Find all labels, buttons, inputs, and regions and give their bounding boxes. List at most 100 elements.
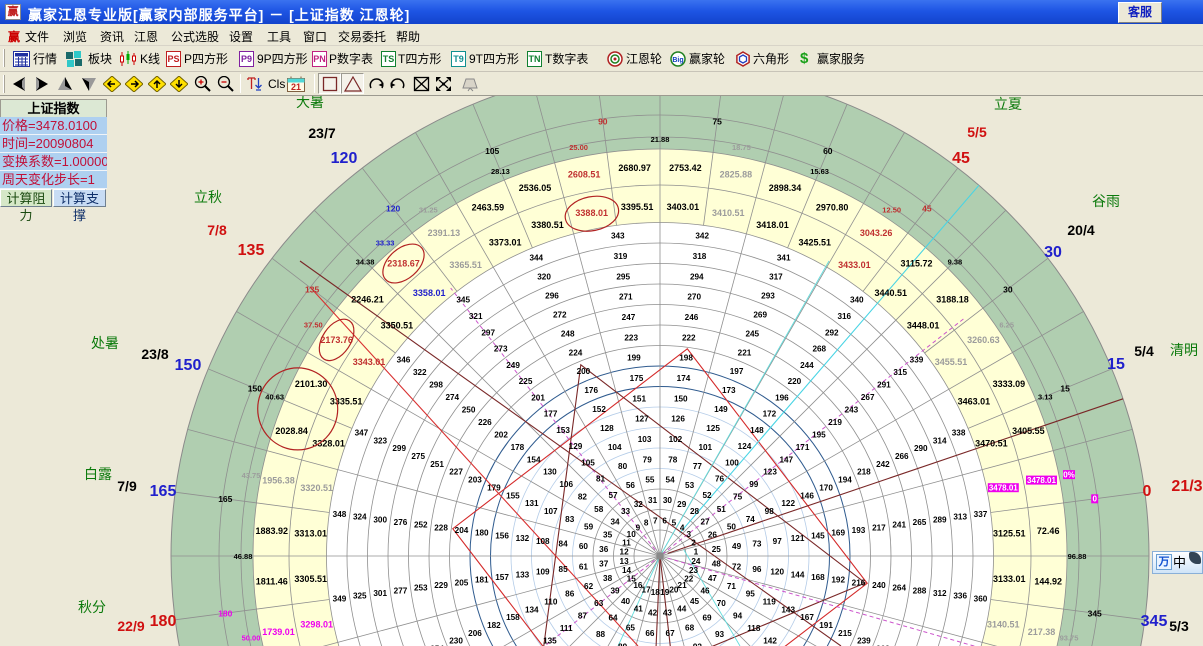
svg-text:300: 300	[373, 515, 387, 524]
svg-text:172: 172	[763, 410, 777, 419]
svg-text:288: 288	[913, 586, 927, 595]
svg-text:229: 229	[434, 581, 448, 590]
svg-text:242: 242	[876, 460, 890, 469]
svg-text:79: 79	[643, 455, 653, 464]
svg-text:50: 50	[727, 523, 737, 532]
svg-text:3365.51: 3365.51	[449, 260, 482, 270]
svg-text:21: 21	[291, 82, 301, 92]
svg-text:35: 35	[603, 531, 613, 540]
svg-text:59: 59	[584, 523, 594, 532]
svg-text:51: 51	[717, 505, 727, 514]
svg-text:清明: 清明	[1170, 342, 1198, 358]
svg-text:11: 11	[622, 538, 631, 547]
svg-text:347: 347	[355, 429, 369, 438]
svg-text:158: 158	[506, 613, 520, 622]
svg-text:197: 197	[730, 367, 744, 376]
svg-text:2173.76: 2173.76	[320, 335, 353, 345]
svg-text:2101.30: 2101.30	[295, 379, 328, 389]
svg-text:340: 340	[850, 296, 864, 305]
svg-text:148: 148	[750, 426, 764, 435]
svg-text:145: 145	[811, 531, 825, 540]
svg-text:23: 23	[689, 566, 699, 575]
svg-text:155: 155	[506, 491, 520, 500]
svg-text:23/8: 23/8	[141, 346, 168, 362]
svg-text:7/9: 7/9	[117, 478, 137, 494]
svg-text:61: 61	[579, 562, 589, 571]
svg-text:265: 265	[913, 518, 927, 527]
svg-text:221: 221	[738, 348, 752, 357]
svg-text:7/8: 7/8	[207, 222, 227, 238]
svg-text:273: 273	[494, 345, 508, 354]
svg-text:317: 317	[769, 273, 783, 282]
svg-text:3358.01: 3358.01	[413, 288, 446, 298]
svg-text:298: 298	[429, 380, 443, 389]
svg-text:123: 123	[763, 468, 777, 477]
svg-text:319: 319	[614, 252, 628, 261]
svg-text:86: 86	[565, 590, 575, 599]
svg-text:344: 344	[529, 254, 543, 263]
svg-text:45: 45	[952, 150, 970, 167]
svg-text:38: 38	[603, 574, 613, 583]
svg-text:97: 97	[773, 537, 783, 546]
svg-text:72.46: 72.46	[1037, 526, 1060, 536]
svg-text:85: 85	[559, 565, 569, 574]
svg-text:150: 150	[175, 357, 202, 374]
svg-text:Big: Big	[672, 57, 683, 64]
svg-text:1956.38: 1956.38	[262, 475, 295, 485]
svg-text:246: 246	[685, 313, 699, 322]
svg-text:24: 24	[691, 557, 701, 566]
svg-text:3448.01: 3448.01	[907, 320, 940, 330]
svg-text:196: 196	[775, 393, 789, 402]
svg-text:76: 76	[715, 475, 725, 484]
svg-text:43.75: 43.75	[242, 471, 261, 480]
svg-text:2463.59: 2463.59	[472, 202, 505, 212]
svg-text:121: 121	[791, 534, 805, 543]
svg-text:165: 165	[150, 483, 177, 500]
svg-text:8: 8	[644, 519, 649, 528]
svg-text:46: 46	[700, 587, 710, 596]
svg-text:171: 171	[796, 443, 810, 452]
svg-text:180: 180	[475, 529, 489, 538]
svg-text:58: 58	[594, 505, 604, 514]
svg-text:201: 201	[531, 393, 545, 402]
svg-text:216: 216	[852, 578, 866, 587]
svg-text:3433.01: 3433.01	[838, 260, 871, 270]
svg-text:101: 101	[698, 443, 712, 452]
svg-text:3260.63: 3260.63	[967, 335, 1000, 345]
svg-text:36: 36	[599, 545, 609, 554]
svg-text:271: 271	[619, 293, 633, 302]
svg-text:312: 312	[933, 589, 947, 598]
svg-text:120: 120	[331, 150, 358, 167]
svg-text:69: 69	[702, 614, 712, 623]
svg-text:130: 130	[543, 468, 557, 477]
svg-text:21/3: 21/3	[1171, 478, 1202, 495]
svg-text:147: 147	[779, 455, 793, 464]
svg-text:203: 203	[468, 476, 482, 485]
svg-text:110: 110	[544, 598, 558, 607]
svg-text:3470.51: 3470.51	[975, 439, 1008, 449]
svg-text:250: 250	[462, 405, 476, 414]
svg-text:135: 135	[305, 284, 319, 294]
svg-text:169: 169	[831, 529, 845, 538]
svg-text:103: 103	[638, 435, 652, 444]
svg-text:272: 272	[553, 310, 567, 319]
svg-text:321: 321	[469, 312, 483, 321]
svg-text:218: 218	[857, 468, 871, 477]
svg-text:316: 316	[837, 312, 851, 321]
svg-text:3328.01: 3328.01	[312, 439, 345, 449]
svg-text:315: 315	[893, 368, 907, 377]
svg-text:178: 178	[511, 443, 525, 452]
svg-text:291: 291	[877, 380, 891, 389]
svg-text:337: 337	[974, 510, 988, 519]
svg-text:205: 205	[455, 578, 469, 587]
svg-text:2898.34: 2898.34	[769, 183, 802, 193]
svg-text:174: 174	[677, 374, 691, 383]
svg-text:345: 345	[456, 296, 470, 305]
svg-text:42: 42	[648, 609, 658, 618]
svg-text:45: 45	[690, 597, 700, 606]
svg-text:93: 93	[715, 630, 725, 639]
svg-text:27: 27	[700, 518, 710, 527]
svg-text:57: 57	[608, 491, 618, 500]
svg-text:33: 33	[621, 507, 631, 516]
svg-text:270: 270	[687, 293, 701, 302]
